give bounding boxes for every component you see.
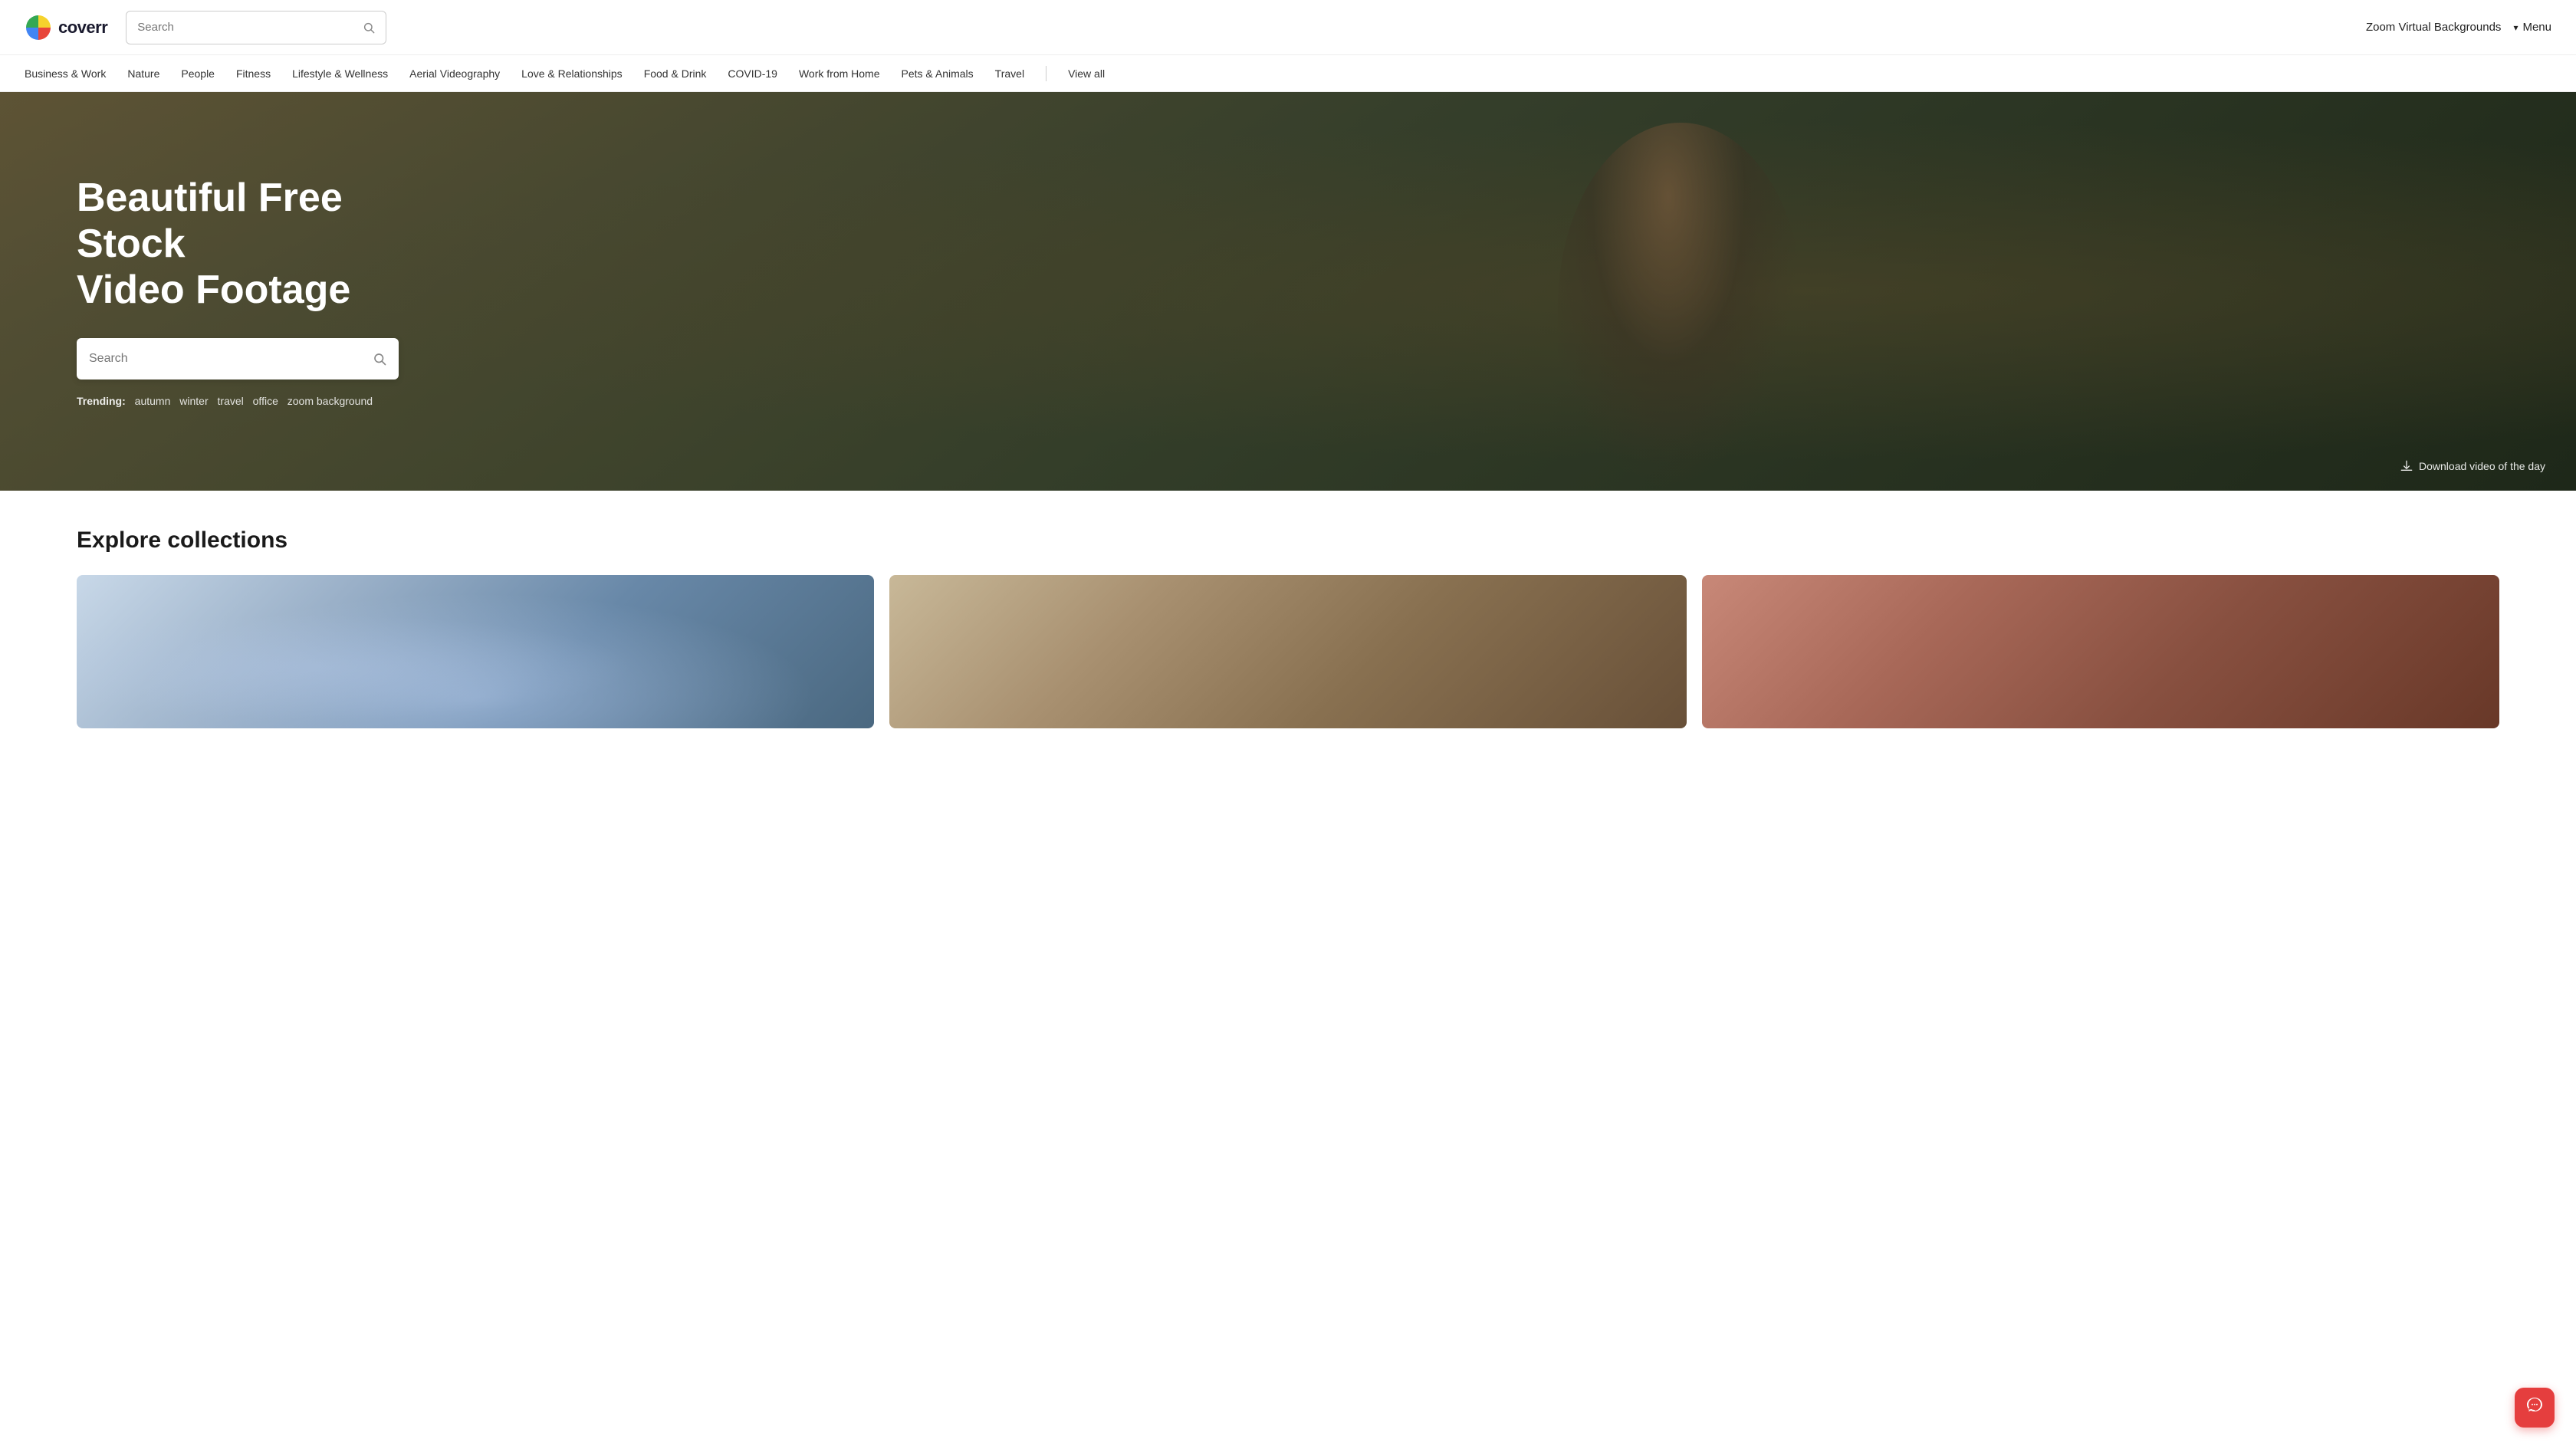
collections-title: Explore collections [77, 527, 2499, 554]
nav-item-work-from-home[interactable]: Work from Home [799, 67, 880, 80]
logo-icon [25, 14, 52, 41]
header-search-input[interactable] [137, 21, 363, 34]
header-right: Zoom Virtual Backgrounds ▾ Menu [2366, 21, 2551, 34]
hero-search-bar[interactable] [77, 338, 399, 380]
menu-button[interactable]: ▾ Menu [2513, 21, 2551, 34]
collection-card-people[interactable] [889, 575, 1687, 728]
nav-view-all[interactable]: View all [1068, 67, 1105, 80]
hero-content: Beautiful Free Stock Video Footage Trend… [0, 176, 460, 406]
download-label: Download video of the day [2419, 460, 2545, 472]
download-icon [2400, 460, 2413, 472]
nav-item-covid19[interactable]: COVID-19 [728, 67, 777, 80]
nav-item-pets-animals[interactable]: Pets & Animals [902, 67, 974, 80]
hero-title-line2: Video Footage [77, 268, 350, 312]
site-header: coverr Zoom Virtual Backgrounds ▾ Menu [0, 0, 2576, 55]
collection-card-winter[interactable] [77, 575, 874, 728]
nav-item-lifestyle-wellness[interactable]: Lifestyle & Wellness [292, 67, 388, 80]
zoom-virtual-backgrounds-link[interactable]: Zoom Virtual Backgrounds [2366, 21, 2501, 34]
menu-label: Menu [2522, 21, 2551, 34]
trending-winter[interactable]: winter [179, 395, 208, 407]
trending-zoom-background[interactable]: zoom background [288, 395, 373, 407]
logo-text: coverr [58, 18, 107, 38]
hero-search-input[interactable] [89, 352, 373, 366]
nav-item-aerial-videography[interactable]: Aerial Videography [409, 67, 500, 80]
header-search-icon [363, 21, 375, 34]
trending-autumn[interactable]: autumn [135, 395, 171, 407]
collections-section: Explore collections [0, 491, 2576, 759]
hero-title-line1: Beautiful Free Stock [77, 176, 343, 266]
chat-icon [2525, 1396, 2544, 1419]
hero-download-button[interactable]: Download video of the day [2400, 460, 2545, 472]
trending-travel[interactable]: travel [218, 395, 244, 407]
nav-item-travel[interactable]: Travel [995, 67, 1024, 80]
nav-item-nature[interactable]: Nature [127, 67, 159, 80]
nav-item-food-drink[interactable]: Food & Drink [644, 67, 707, 80]
hero-search-icon [373, 352, 386, 366]
hero-trending: Trending: autumn winter travel office zo… [77, 395, 460, 407]
trending-office[interactable]: office [253, 395, 278, 407]
hero-figure [1558, 123, 1803, 491]
logo[interactable]: coverr [25, 14, 107, 41]
nav-item-love-relationships[interactable]: Love & Relationships [521, 67, 623, 80]
trending-label: Trending: [77, 395, 126, 407]
nav-item-people[interactable]: People [181, 67, 215, 80]
chevron-down-icon: ▾ [2513, 22, 2518, 33]
hero-title: Beautiful Free Stock Video Footage [77, 176, 460, 313]
hero-section: Beautiful Free Stock Video Footage Trend… [0, 92, 2576, 491]
nav-item-fitness[interactable]: Fitness [236, 67, 271, 80]
chat-button[interactable] [2515, 1388, 2555, 1428]
nav-item-business-work[interactable]: Business & Work [25, 67, 106, 80]
collections-grid [77, 575, 2499, 728]
header-search-bar[interactable] [126, 11, 386, 44]
collection-card-nature[interactable] [1702, 575, 2499, 728]
category-nav: Business & Work Nature People Fitness Li… [0, 55, 2576, 92]
